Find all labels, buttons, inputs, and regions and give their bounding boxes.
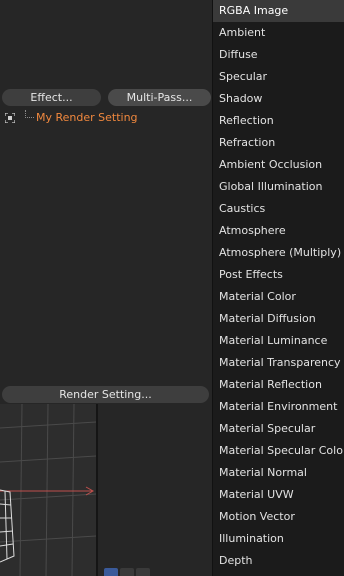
menu-item[interactable]: Material Luminance (213, 330, 344, 352)
viewport-3d[interactable] (0, 404, 96, 576)
render-setting-tree-item[interactable]: My Render Setting (36, 110, 138, 126)
menu-item[interactable]: Material Specular (213, 418, 344, 440)
tree-connector-line (25, 110, 34, 118)
menu-item[interactable]: Post Effects (213, 264, 344, 286)
menu-item[interactable]: Material Diffusion (213, 308, 344, 330)
effect-button[interactable]: Effect... (2, 89, 101, 106)
menu-item[interactable]: Caustics (213, 198, 344, 220)
empty-panel-area (98, 404, 212, 576)
tile-view-icon[interactable] (120, 568, 134, 576)
viewport-grid (0, 404, 96, 576)
menu-item[interactable]: Illumination (213, 528, 344, 550)
menu-item[interactable]: Depth (213, 550, 344, 572)
menu-item[interactable]: Material UVW (213, 484, 344, 506)
view-mode-switcher (104, 568, 150, 576)
menu-item[interactable]: Material Transparency (213, 352, 344, 374)
menu-item[interactable]: Reflection (213, 110, 344, 132)
mesh-wireframe (0, 489, 15, 563)
menu-item[interactable]: Material Reflection (213, 374, 344, 396)
collapse-node-icon[interactable] (5, 113, 15, 123)
render-setting-button[interactable]: Render Setting... (2, 386, 209, 403)
menu-item[interactable]: Material Specular Color (213, 440, 344, 462)
menu-item[interactable]: Refraction (213, 132, 344, 154)
multi-pass-dropdown-menu: RGBA Image Ambient Diffuse Specular Shadow Re… (212, 0, 344, 576)
menu-item[interactable]: Material Color (213, 286, 344, 308)
menu-item[interactable]: Global Illumination (213, 176, 344, 198)
menu-item[interactable]: Material Normal (213, 462, 344, 484)
frame-view-icon[interactable] (136, 568, 150, 576)
menu-item[interactable]: Diffuse (213, 44, 344, 66)
multi-pass-button[interactable]: Multi-Pass... (108, 89, 211, 106)
menu-item[interactable]: Shadow (213, 88, 344, 110)
menu-item[interactable]: Atmosphere (213, 220, 344, 242)
menu-item[interactable]: Ambient (213, 22, 344, 44)
menu-item[interactable]: Motion Vector (213, 506, 344, 528)
menu-item[interactable]: Specular (213, 66, 344, 88)
menu-item[interactable]: Material Environment (213, 396, 344, 418)
menu-item[interactable]: Atmosphere (Multiply) (213, 242, 344, 264)
menu-item[interactable]: RGBA Image (213, 0, 344, 22)
render-settings-window: Effect... Multi-Pass... My Render Settin… (0, 0, 344, 576)
menu-item[interactable]: Ambient Occlusion (213, 154, 344, 176)
list-view-icon[interactable] (104, 568, 118, 576)
